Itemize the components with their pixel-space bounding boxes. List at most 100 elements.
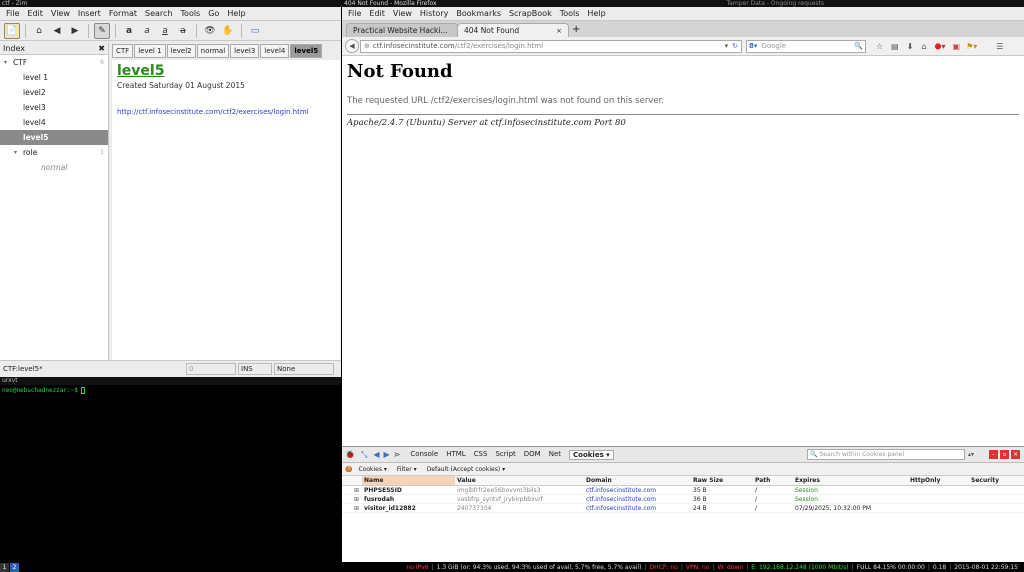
command-icon[interactable]: ⋗ <box>394 450 401 459</box>
menu-tools[interactable]: Tools <box>560 9 580 18</box>
pathbar-item[interactable]: level 1 <box>134 44 166 58</box>
pathbar-item[interactable]: level3 <box>230 44 260 58</box>
column-header[interactable]: Name <box>362 476 455 485</box>
edit-toggle-icon[interactable]: ✎ <box>94 22 110 39</box>
workspace-1[interactable]: 1 <box>0 562 9 572</box>
terminal-window[interactable]: urxvt neo@nebuchadnezzar:~$ <box>0 377 341 562</box>
index-item[interactable]: level5 <box>0 130 108 145</box>
eye-icon[interactable]: 👁 <box>202 23 218 39</box>
firebug-tab[interactable]: DOM <box>524 450 541 460</box>
index-item[interactable]: level3 <box>0 100 108 115</box>
table-row[interactable]: ⊞ visitor_id12882 240737304 ctf.infosecinst… <box>342 504 1024 513</box>
browser-tab[interactable]: Practical Website Hacki... <box>346 23 458 37</box>
menu-file[interactable]: File <box>348 9 361 18</box>
clipboard-icon[interactable]: ▤ <box>891 42 899 51</box>
column-header[interactable]: Raw Size <box>691 476 753 485</box>
menu-icon[interactable]: ☰ <box>996 42 1003 51</box>
expand-icon[interactable]: ⊞ <box>342 486 362 494</box>
index-item[interactable]: ▾ role 1 <box>0 145 108 160</box>
menu-view[interactable]: View <box>51 9 70 18</box>
index-item[interactable]: level4 <box>0 115 108 130</box>
firebug-tab[interactable]: Cookies ▾ <box>569 449 614 460</box>
side-pane-icon[interactable]: ▭ <box>247 23 263 39</box>
search-bar[interactable]: 8▾ Google 🔍 <box>746 39 866 53</box>
index-item[interactable]: level 1 <box>0 70 108 85</box>
bookmark-star-icon[interactable]: ☆ <box>876 42 883 51</box>
menu-bookmarks[interactable]: Bookmarks <box>456 9 501 18</box>
menu-search[interactable]: Search <box>145 9 172 18</box>
expand-icon[interactable]: ⊞ <box>342 495 362 503</box>
url-bar[interactable]: ⊕ ctf.infosecinstitute.com/ctf2/exercise… <box>360 39 742 53</box>
pathbar-item[interactable]: normal <box>196 44 230 58</box>
firebug-search[interactable]: 🔍 Search within Cookies panel <box>806 449 965 460</box>
back-button[interactable]: ◀ <box>345 39 359 53</box>
menu-help[interactable]: Help <box>227 9 245 18</box>
pathbar-item[interactable]: level5 <box>290 44 323 58</box>
close-icon[interactable]: × <box>1011 450 1020 459</box>
column-header[interactable]: Security <box>969 476 1019 485</box>
menu-edit[interactable]: Edit <box>27 9 43 18</box>
close-icon[interactable]: ✖ <box>98 44 105 53</box>
underline-icon[interactable]: a <box>157 23 173 39</box>
menu-tools[interactable]: Tools <box>181 9 201 18</box>
column-header[interactable]: Path <box>753 476 793 485</box>
firebug-icon[interactable]: 🐞 <box>345 450 355 459</box>
menu-history[interactable]: History <box>420 9 448 18</box>
reload-icon[interactable]: ↻ <box>732 42 738 50</box>
new-page-icon[interactable]: 📄 <box>4 22 20 39</box>
menu-file[interactable]: File <box>6 9 19 18</box>
detach-icon[interactable]: ▫ <box>1000 450 1009 459</box>
firebug-tab[interactable]: Console <box>410 450 438 460</box>
pathbar-item[interactable]: level2 <box>166 44 196 58</box>
firebug-tab[interactable]: Script <box>495 450 515 460</box>
column-header[interactable]: Expires <box>793 476 908 485</box>
menu-help[interactable]: Help <box>587 9 605 18</box>
strikethrough-icon[interactable]: a <box>175 23 191 39</box>
cookies-option[interactable]: Cookies ▾ <box>358 466 386 473</box>
italic-icon[interactable]: a <box>139 23 155 39</box>
forward-icon[interactable]: ▶ <box>384 450 390 459</box>
attach-icon[interactable]: ✋ <box>220 23 236 39</box>
column-header[interactable]: Value <box>455 476 584 485</box>
cookies-option[interactable]: Filter ▾ <box>397 466 417 473</box>
workspace-2[interactable]: 2 <box>10 562 19 572</box>
download-icon[interactable]: ⬇ <box>907 42 914 51</box>
tamper-icon[interactable]: ⚑▾ <box>966 42 977 51</box>
dropdown-icon[interactable]: ▾ <box>725 42 729 50</box>
pathbar-item[interactable]: CTF <box>112 44 134 58</box>
new-tab-button[interactable]: + <box>572 23 580 37</box>
home-icon[interactable]: ⌂ <box>31 23 47 39</box>
menu-go[interactable]: Go <box>208 9 219 18</box>
backlinks-button[interactable]: 0 Backlinks... <box>186 362 236 375</box>
back-icon[interactable]: ◀ <box>49 23 65 39</box>
menu-edit[interactable]: Edit <box>369 9 385 18</box>
index-item[interactable]: normal <box>0 160 108 175</box>
firebug-tab[interactable]: CSS <box>474 450 488 460</box>
inspect-icon[interactable]: ⤡ <box>361 450 367 460</box>
browser-tab[interactable]: 404 Not Found × <box>457 23 569 37</box>
firebug-tab[interactable]: HTML <box>446 450 465 460</box>
column-header[interactable]: Domain <box>584 476 691 485</box>
menu-insert[interactable]: Insert <box>78 9 101 18</box>
page-link[interactable]: http://ctf.infosecinstitute.com/ctf2/exe… <box>117 108 335 116</box>
home-icon[interactable]: ⌂ <box>921 42 926 51</box>
nav-arrows-icon[interactable]: ▴▾ <box>968 451 974 458</box>
menu-view[interactable]: View <box>393 9 412 18</box>
menu-scrapbook[interactable]: ScrapBook <box>509 9 552 18</box>
close-icon[interactable]: × <box>556 27 562 35</box>
extension-icon[interactable]: ▣ <box>953 42 961 51</box>
search-icon[interactable]: 🔍 <box>854 42 863 50</box>
cookies-option[interactable]: Default (Accept cookies) ▾ <box>427 466 505 473</box>
column-header[interactable]: HttpOnly <box>908 476 969 485</box>
menu-format[interactable]: Format <box>109 9 137 18</box>
table-row[interactable]: ⊞ PHPSESSID imglbfrfr2ee56bovvrn3bils3 ctf.… <box>342 486 1024 495</box>
cookie-icon[interactable]: 🍪 <box>345 466 352 473</box>
index-item[interactable]: level2 <box>0 85 108 100</box>
forward-icon[interactable]: ▶ <box>67 23 83 39</box>
index-item[interactable]: ▾ CTF 6 <box>0 55 108 70</box>
firebug-tab[interactable]: Net <box>549 450 561 460</box>
bold-icon[interactable]: a <box>121 23 137 39</box>
back-icon[interactable]: ◀ <box>373 450 379 459</box>
adblock-icon[interactable]: ⬣▾ <box>935 42 946 51</box>
expand-icon[interactable]: ⊞ <box>342 504 362 512</box>
